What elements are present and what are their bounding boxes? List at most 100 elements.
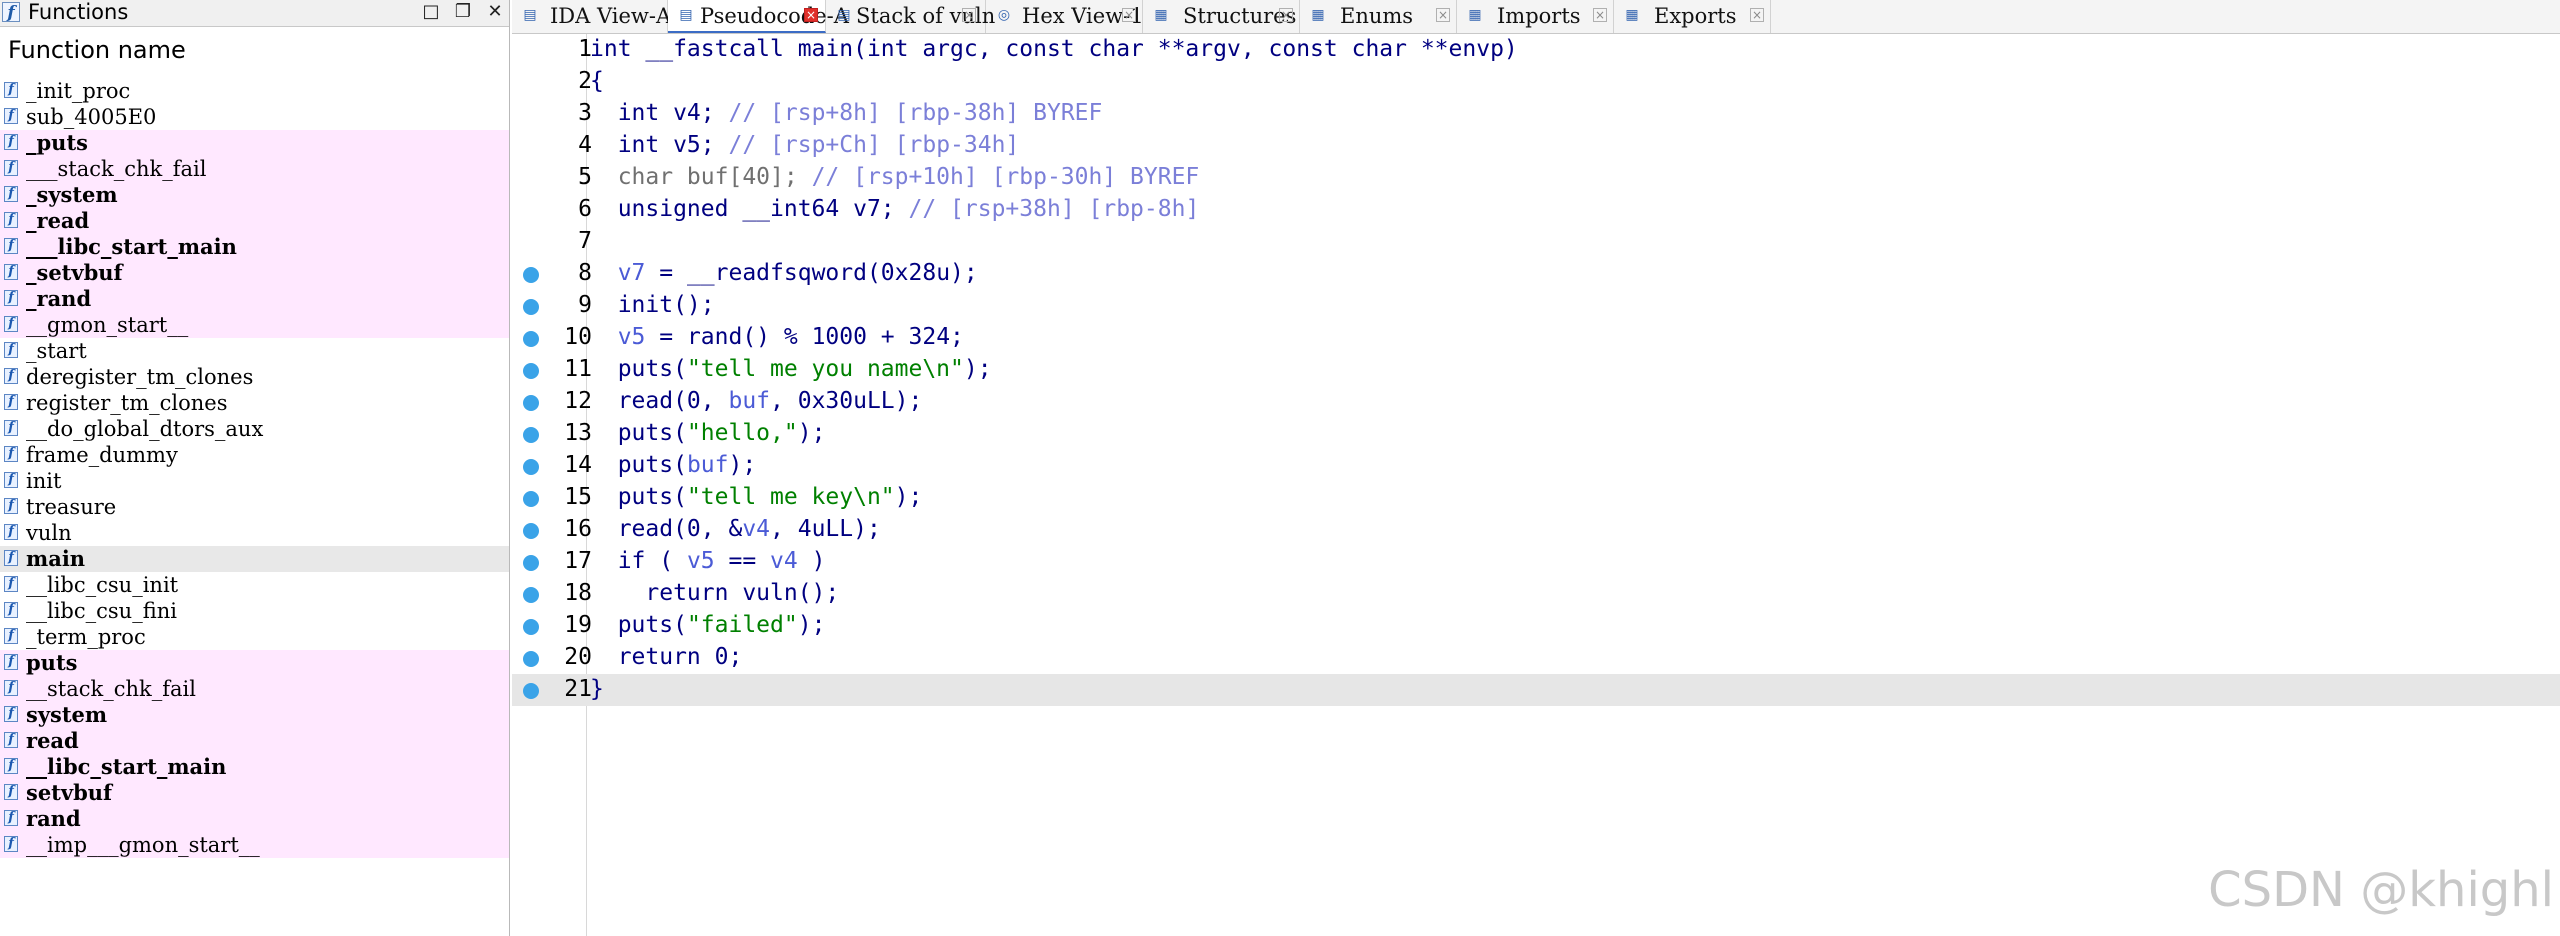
breakpoint-dot-icon[interactable] bbox=[523, 363, 539, 379]
code-line[interactable]: 8 v7 = __readfsqword(0x28u); bbox=[512, 258, 2560, 290]
code-token: v5 bbox=[617, 324, 646, 350]
code-line[interactable]: 18 return vuln(); bbox=[512, 578, 2560, 610]
function-list-item[interactable]: f _setvbuf bbox=[0, 260, 509, 286]
breakpoint-dot-icon[interactable] bbox=[523, 427, 539, 443]
breakpoint-dot-icon[interactable] bbox=[523, 683, 539, 699]
code-token: == bbox=[714, 548, 771, 574]
code-line[interactable]: 13 puts("hello,"); bbox=[512, 418, 2560, 450]
breakpoint-dot-icon[interactable] bbox=[523, 395, 539, 411]
function-list-item[interactable]: f system bbox=[0, 702, 509, 728]
function-icon: f bbox=[4, 264, 18, 280]
code-text: init(); bbox=[590, 292, 715, 318]
function-list-item[interactable]: f __stack_chk_fail bbox=[0, 676, 509, 702]
function-icon: f bbox=[4, 732, 18, 748]
code-line[interactable]: 14 puts(buf); bbox=[512, 450, 2560, 482]
maximize-icon[interactable]: □ bbox=[420, 2, 442, 22]
hex-view-icon: ◎ bbox=[997, 7, 1011, 23]
code-text: int __fastcall main(int argc, const char… bbox=[590, 36, 1518, 62]
code-line[interactable]: 1 int __fastcall main(int argc, const cha… bbox=[512, 34, 2560, 66]
function-list-item[interactable]: f __libc_csu_fini bbox=[0, 598, 509, 624]
function-list-item[interactable]: f frame_dummy bbox=[0, 442, 509, 468]
function-list-item[interactable]: f _puts bbox=[0, 130, 509, 156]
function-list-item[interactable]: f deregister_tm_clones bbox=[0, 364, 509, 390]
code-line[interactable]: 4 int v5; // [rsp+Ch] [rbp-34h] bbox=[512, 130, 2560, 162]
function-list-item[interactable]: f __imp___gmon_start__ bbox=[0, 832, 509, 858]
tab-exports[interactable]: ▦ Exports × bbox=[1614, 0, 1771, 33]
tab-close-icon[interactable]: × bbox=[1593, 8, 1607, 22]
function-list-item[interactable]: f _term_proc bbox=[0, 624, 509, 650]
function-list-item[interactable]: f __libc_csu_init bbox=[0, 572, 509, 598]
function-list-item[interactable]: f _system bbox=[0, 182, 509, 208]
tab-close-icon[interactable]: × bbox=[1122, 8, 1136, 22]
code-token: "tell me key\n" bbox=[686, 484, 895, 510]
function-list-item[interactable]: f __gmon_start__ bbox=[0, 312, 509, 338]
breakpoint-dot-icon[interactable] bbox=[523, 331, 539, 347]
code-line[interactable]: 15 puts("tell me key\n"); bbox=[512, 482, 2560, 514]
code-line[interactable]: 7 bbox=[512, 226, 2560, 258]
breakpoint-dot-icon[interactable] bbox=[523, 267, 539, 283]
code-line[interactable]: 10 v5 = rand() % 1000 + 324; bbox=[512, 322, 2560, 354]
pseudocode-view[interactable]: 1 int __fastcall main(int argc, const cha… bbox=[512, 34, 2560, 936]
breakpoint-dot-icon[interactable] bbox=[523, 491, 539, 507]
function-list-item[interactable]: f _start bbox=[0, 338, 509, 364]
tab-ida-view-a[interactable]: ▤ IDA View-A bbox=[512, 0, 671, 33]
function-list-item[interactable]: f ___stack_chk_fail bbox=[0, 156, 509, 182]
code-line[interactable]: 11 puts("tell me you name\n"); bbox=[512, 354, 2560, 386]
breakpoint-dot-icon[interactable] bbox=[523, 523, 539, 539]
function-list-item[interactable]: f main bbox=[0, 546, 509, 572]
tab-enums[interactable]: ▦ Enums × bbox=[1300, 0, 1457, 33]
code-line[interactable]: 12 read(0, buf, 0x30uLL); bbox=[512, 386, 2560, 418]
code-text: puts("tell me you name\n"); bbox=[590, 356, 992, 382]
tab-stack-of-vuln[interactable]: ▤ Stack of vuln × bbox=[826, 0, 995, 33]
function-list-item[interactable]: f rand bbox=[0, 806, 509, 832]
function-list-item[interactable]: f treasure bbox=[0, 494, 509, 520]
breakpoint-dot-icon[interactable] bbox=[523, 619, 539, 635]
breakpoint-dot-icon[interactable] bbox=[523, 651, 539, 667]
code-line[interactable]: 21} bbox=[512, 674, 2560, 706]
function-list-item[interactable]: f sub_4005E0 bbox=[0, 104, 509, 130]
function-list-item[interactable]: f puts bbox=[0, 650, 509, 676]
breakpoint-dot-icon[interactable] bbox=[523, 587, 539, 603]
tab-hex-view-1[interactable]: ◎ Hex View-1 × bbox=[986, 0, 1144, 33]
breakpoint-dot-icon[interactable] bbox=[523, 299, 539, 315]
function-list-item[interactable]: f __do_global_dtors_aux bbox=[0, 416, 509, 442]
tab-close-icon[interactable]: × bbox=[804, 8, 818, 22]
function-list-item[interactable]: f __libc_start_main bbox=[0, 754, 509, 780]
restore-icon[interactable]: ❐ bbox=[452, 2, 474, 22]
tab-close-icon[interactable]: × bbox=[1750, 8, 1764, 22]
code-token: int v5; bbox=[590, 132, 729, 158]
breakpoint-dot-icon[interactable] bbox=[523, 555, 539, 571]
tab-pseudocode-a[interactable]: ▤ Pseudocode-A × bbox=[668, 0, 849, 33]
function-icon: f bbox=[4, 810, 18, 826]
tab-close-icon[interactable]: × bbox=[962, 8, 976, 22]
function-list-item[interactable]: f init bbox=[0, 468, 509, 494]
function-list-item[interactable]: f vuln bbox=[0, 520, 509, 546]
tab-close-icon[interactable]: × bbox=[1279, 8, 1293, 22]
function-list-item[interactable]: f read bbox=[0, 728, 509, 754]
tab-close-icon[interactable]: × bbox=[1436, 8, 1450, 22]
code-line[interactable]: 16 read(0, &v4, 4uLL); bbox=[512, 514, 2560, 546]
code-line[interactable]: 19 puts("failed"); bbox=[512, 610, 2560, 642]
code-line[interactable]: 3 int v4; // [rsp+8h] [rbp-38h] BYREF bbox=[512, 98, 2560, 130]
function-name-column-header[interactable]: Function name bbox=[8, 36, 186, 64]
code-line[interactable]: 9 init(); bbox=[512, 290, 2560, 322]
function-list-item[interactable]: f _rand bbox=[0, 286, 509, 312]
function-list-item[interactable]: f register_tm_clones bbox=[0, 390, 509, 416]
line-number: 16 bbox=[564, 516, 592, 542]
code-line[interactable]: 5 char buf[40]; // [rsp+10h] [rbp-30h] B… bbox=[512, 162, 2560, 194]
function-list-item[interactable]: f setvbuf bbox=[0, 780, 509, 806]
function-icon: f bbox=[4, 654, 18, 670]
code-text: int v4; // [rsp+8h] [rbp-38h] BYREF bbox=[590, 100, 1103, 126]
close-icon[interactable]: ✕ bbox=[484, 2, 506, 22]
code-line[interactable]: 17 if ( v5 == v4 ) bbox=[512, 546, 2560, 578]
tab-imports[interactable]: ▦ Imports × bbox=[1457, 0, 1614, 33]
code-line[interactable]: 20 return 0; bbox=[512, 642, 2560, 674]
breakpoint-dot-icon[interactable] bbox=[523, 459, 539, 475]
function-list-item[interactable]: f ___libc_start_main bbox=[0, 234, 509, 260]
tab-structures[interactable]: ▦ Structures × bbox=[1143, 0, 1300, 33]
function-list-item[interactable]: f _read bbox=[0, 208, 509, 234]
function-list-item[interactable]: f _init_proc bbox=[0, 78, 509, 104]
code-line[interactable]: 6 unsigned __int64 v7; // [rsp+38h] [rbp… bbox=[512, 194, 2560, 226]
code-line[interactable]: 2{ bbox=[512, 66, 2560, 98]
